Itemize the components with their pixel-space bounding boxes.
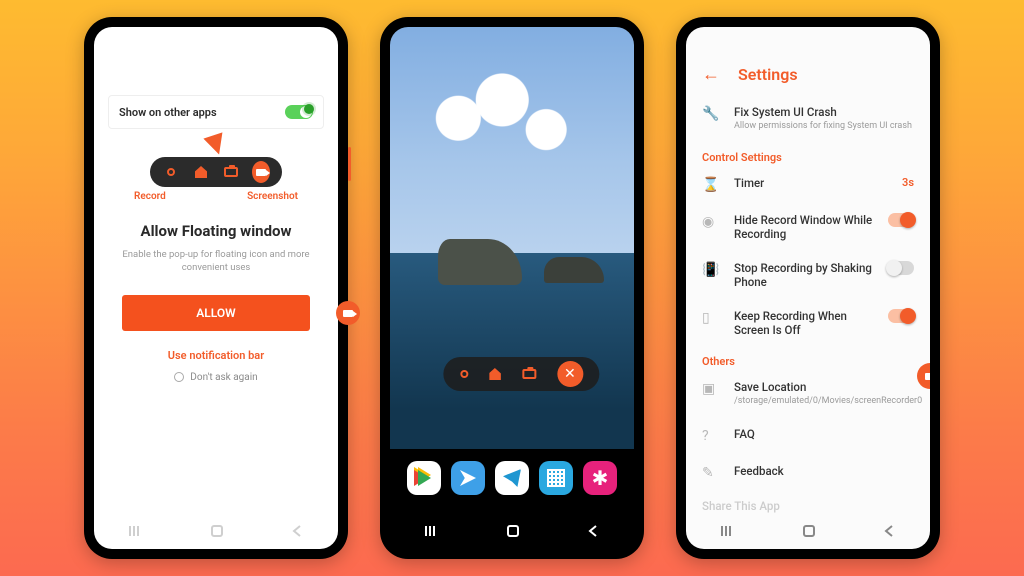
nav-home-icon[interactable]	[803, 525, 815, 537]
app-flower[interactable]: ✱	[583, 461, 617, 495]
nav-back-icon[interactable]	[882, 524, 896, 538]
row-keep-off[interactable]: ▯ Keep Recording When Screen Is Off	[686, 299, 930, 347]
android-navbar	[686, 513, 930, 549]
save-sub: /storage/emulated/0/Movies/screenRecorde…	[734, 396, 922, 408]
floating-pill	[150, 157, 282, 187]
pointer-arrow-icon	[203, 132, 228, 157]
row-save-location[interactable]: ▣ Save Location /storage/emulated/0/Movi…	[686, 370, 930, 418]
section-others: Others	[686, 347, 930, 370]
phone-icon: ▯	[702, 310, 720, 326]
video-icon[interactable]	[252, 163, 270, 181]
fix-ui-sub: Allow permissions for fixing System UI c…	[734, 121, 914, 133]
home-icon[interactable]	[489, 368, 501, 380]
floating-pill[interactable]: ✕	[443, 357, 599, 391]
nav-recents-icon[interactable]	[720, 524, 736, 538]
record-outline-icon: ◉	[702, 214, 720, 230]
nav-home-icon[interactable]	[211, 525, 223, 537]
wallpaper-rock-2	[544, 257, 604, 283]
nav-home-icon[interactable]	[507, 525, 519, 537]
android-navbar	[390, 513, 634, 549]
shake-label: Stop Recording by Shaking Phone	[734, 261, 874, 289]
subtext-allow-floating: Enable the pop-up for floating icon and …	[122, 248, 310, 275]
floating-record-badge[interactable]	[336, 301, 360, 325]
record-icon[interactable]	[162, 163, 180, 181]
nav-back-icon[interactable]	[290, 524, 304, 538]
help-icon: ?	[702, 428, 720, 444]
android-navbar	[94, 513, 338, 549]
faq-label: FAQ	[734, 427, 914, 441]
folder-icon: ▣	[702, 381, 720, 397]
row-shake[interactable]: 📳 Stop Recording by Shaking Phone	[686, 251, 930, 299]
row-fix-ui[interactable]: 🔧 Fix System UI Crash Allow permissions …	[686, 95, 930, 143]
radio-unchecked-icon[interactable]	[174, 372, 184, 382]
nav-recents-icon[interactable]	[424, 524, 440, 538]
phone-mockup-3: ← Settings 🔧 Fix System UI Crash Allow p…	[676, 17, 940, 559]
wrench-icon: 🔧	[702, 106, 720, 122]
close-button[interactable]: ✕	[557, 361, 583, 387]
home-icon[interactable]	[192, 163, 210, 181]
label-screenshot: Screenshot	[247, 191, 298, 202]
nav-back-icon[interactable]	[586, 524, 600, 538]
row-feedback[interactable]: ✎ Feedback	[686, 454, 930, 491]
pill-labels: Record Screenshot	[134, 191, 298, 202]
power-button	[348, 147, 351, 181]
screen-1: Show on other apps Record Screenshot All…	[94, 27, 338, 549]
shake-switch[interactable]	[888, 261, 914, 275]
nav-recents-icon[interactable]	[128, 524, 144, 538]
tap-hand-icon	[304, 104, 314, 114]
app-bird[interactable]	[451, 461, 485, 495]
feedback-label: Feedback	[734, 464, 914, 478]
hide-window-switch[interactable]	[888, 213, 914, 227]
use-notification-link[interactable]: Use notification bar	[94, 349, 338, 362]
row-timer[interactable]: ⌛ Timer 3s	[686, 166, 930, 203]
keep-off-label: Keep Recording When Screen Is Off	[734, 309, 874, 337]
row-hide-window[interactable]: ◉ Hide Record Window While Recording	[686, 203, 930, 251]
home-dock: ✱	[390, 447, 634, 509]
record-icon[interactable]	[460, 370, 468, 378]
dont-ask-label: Don't ask again	[190, 372, 257, 383]
dont-ask-row[interactable]: Don't ask again	[94, 372, 338, 383]
screen-2: ✕ ✱	[390, 27, 634, 549]
fix-ui-title: Fix System UI Crash	[734, 105, 914, 119]
settings-title: Settings	[738, 65, 798, 84]
heading-allow-floating: Allow Floating window	[94, 222, 338, 240]
timer-label: Timer	[734, 176, 888, 190]
settings-topbar: ← Settings	[686, 53, 930, 95]
phone-shake-icon: 📳	[702, 262, 720, 278]
wallpaper-sky	[390, 27, 634, 255]
app-telegram[interactable]	[495, 461, 529, 495]
app-play-store[interactable]	[407, 461, 441, 495]
screen-3: ← Settings 🔧 Fix System UI Crash Allow p…	[686, 27, 930, 549]
camera-icon[interactable]	[522, 369, 536, 379]
hourglass-icon: ⌛	[702, 177, 720, 193]
phone-mockup-2: ✕ ✱	[380, 17, 644, 559]
hide-window-label: Hide Record Window While Recording	[734, 213, 874, 241]
overlay-label: Show on other apps	[119, 106, 217, 119]
section-control: Control Settings	[686, 143, 930, 166]
back-arrow-icon[interactable]: ←	[702, 64, 720, 85]
row-share-partial[interactable]: Share This App	[702, 499, 914, 513]
keep-off-switch[interactable]	[888, 309, 914, 323]
row-faq[interactable]: ? FAQ	[686, 417, 930, 454]
overlay-permission-card[interactable]: Show on other apps	[108, 95, 324, 129]
phone-mockup-1: Show on other apps Record Screenshot All…	[84, 17, 348, 559]
timer-value: 3s	[902, 176, 914, 189]
app-qr[interactable]	[539, 461, 573, 495]
save-title: Save Location	[734, 380, 922, 394]
chat-icon: ✎	[702, 465, 720, 481]
allow-button[interactable]: ALLOW	[122, 295, 310, 331]
label-record: Record	[134, 191, 166, 202]
camera-icon[interactable]	[222, 163, 240, 181]
